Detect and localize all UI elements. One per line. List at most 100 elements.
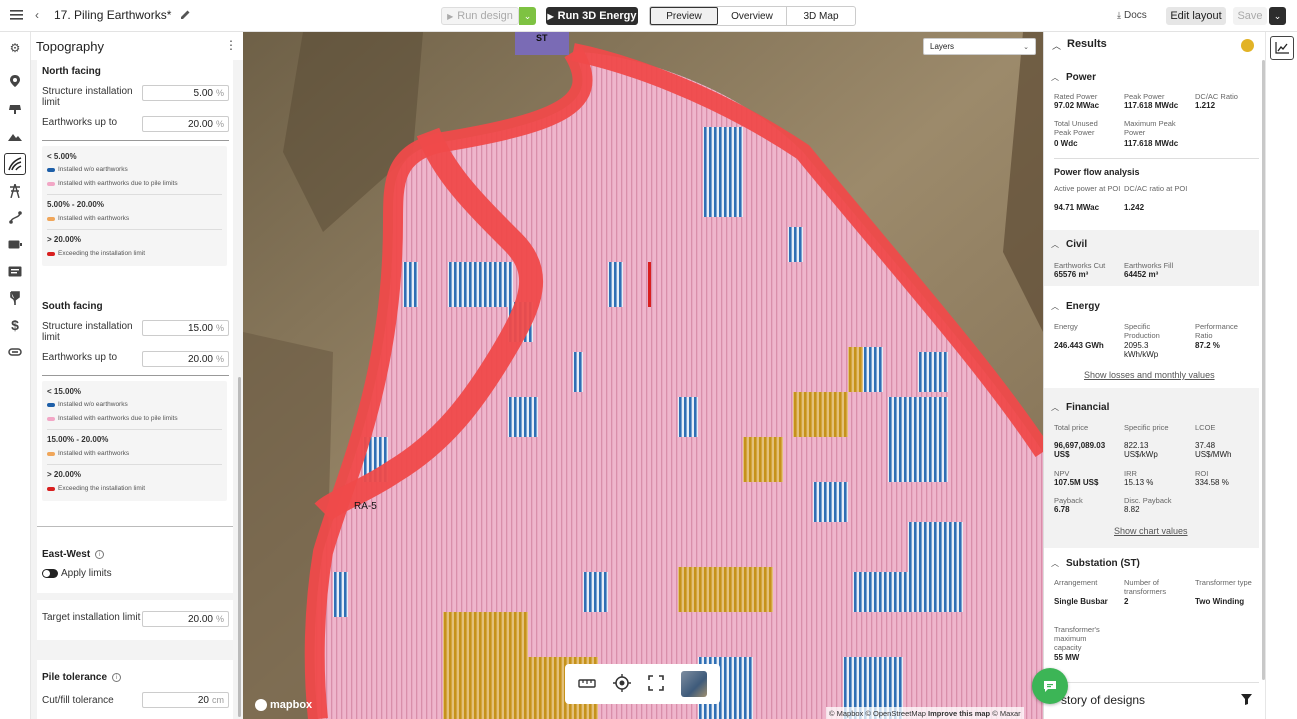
divider: [47, 229, 222, 230]
apply-limits-toggle[interactable]: [42, 569, 58, 578]
south-structure-input[interactable]: 15.00%: [142, 320, 229, 336]
north-structure-label: Structure installation limit: [42, 86, 133, 108]
legend-group-title: > 20.00%: [47, 470, 82, 479]
info-icon[interactable]: i: [95, 550, 105, 559]
route-label[interactable]: RA-5: [354, 501, 377, 512]
maxar-credit[interactable]: © Maxar: [992, 709, 1020, 718]
topography-panel: Topography ⋮ North facing Structure inst…: [31, 32, 243, 719]
battery-icon[interactable]: [7, 236, 23, 252]
chat-icon: [1044, 680, 1056, 692]
design-title[interactable]: 17. Piling Earthworks*: [54, 8, 171, 22]
npv-value: 107.5M US$: [1054, 478, 1099, 487]
north-earth-input[interactable]: 20.00%: [142, 116, 229, 132]
solar-panel-icon[interactable]: [7, 101, 23, 117]
south-earth-label: Earthworks up to: [42, 352, 118, 363]
unused-power-label: Total Unused Peak Power: [1054, 119, 1098, 137]
percent-unit: %: [215, 354, 224, 364]
tab-preview[interactable]: Preview: [650, 7, 718, 25]
satellite-style-thumbnail[interactable]: [681, 671, 708, 697]
panel-scrollbar[interactable]: [238, 377, 241, 717]
panel-title: Topography: [36, 39, 104, 54]
locate-target-icon[interactable]: [612, 673, 631, 695]
unused-power-value: 0 Wdc: [1054, 139, 1078, 148]
divider: [42, 375, 229, 376]
collapse-chevron-icon[interactable]: ︿: [1051, 402, 1059, 413]
collapse-chevron-icon[interactable]: ︿: [1051, 558, 1059, 569]
edit-pencil-icon[interactable]: [180, 9, 191, 20]
map-attribution: © Mapbox © OpenStreetMap Improve this ma…: [826, 707, 1024, 719]
topography-icon[interactable]: [4, 153, 26, 175]
tab-overview[interactable]: Overview: [718, 7, 787, 25]
legend-item: Installed with earthworks: [47, 450, 129, 457]
attachment-icon[interactable]: [7, 344, 23, 360]
specific-price-label: Specific price: [1124, 423, 1169, 432]
chat-button[interactable]: [1032, 668, 1068, 704]
power-plug-icon[interactable]: [7, 290, 23, 306]
routing-icon[interactable]: [7, 209, 23, 225]
run-design-dropdown-icon[interactable]: ⌄: [519, 7, 536, 25]
legend-text: Installed with earthworks due to pile li…: [58, 415, 178, 422]
dcac-value: 1.212: [1195, 101, 1216, 110]
legend-dot-red: [47, 251, 55, 256]
performance-ratio-value: 87.2 %: [1195, 341, 1220, 350]
dollar-icon[interactable]: $: [7, 317, 23, 333]
north-structure-input[interactable]: 5.00%: [142, 85, 229, 101]
legend-item: Exceeding the installation limit: [47, 250, 145, 257]
collapse-chevron-icon[interactable]: ︿: [1051, 239, 1059, 250]
divider: [47, 464, 222, 465]
menu-icon[interactable]: [10, 8, 24, 22]
save-dropdown-icon[interactable]: ⌄: [1269, 7, 1286, 25]
attribution-text[interactable]: © Mapbox © OpenStreetMap: [829, 709, 926, 718]
location-pin-icon[interactable]: [7, 73, 23, 89]
fill-label: Earthworks Fill: [1124, 261, 1174, 270]
transmission-tower-icon[interactable]: [7, 183, 23, 199]
history-label: story of designs: [1061, 693, 1146, 707]
back-chevron-icon[interactable]: ‹: [35, 8, 39, 22]
ruler-measure-icon[interactable]: [577, 677, 596, 692]
results-header: ︿ Results: [1044, 32, 1265, 58]
save-button[interactable]: Save: [1233, 7, 1267, 25]
legend-item: Installed with earthworks due to pile li…: [47, 415, 178, 422]
tab-3d-map[interactable]: 3D Map: [787, 7, 855, 25]
show-losses-link[interactable]: Show losses and monthly values: [1084, 370, 1215, 380]
info-icon[interactable]: i: [112, 673, 122, 682]
ratio-poi-label: DC/AC ratio at POI: [1124, 184, 1188, 193]
settings-gear-icon[interactable]: ⚙: [7, 40, 23, 56]
legend-dot-red: [47, 486, 55, 491]
collapse-chevron-icon[interactable]: ︿: [1051, 301, 1059, 312]
run-design-button[interactable]: ▶ Run design: [441, 7, 519, 25]
panel-header: Topography ⋮: [31, 32, 243, 60]
substation-label[interactable]: ST: [536, 33, 548, 43]
collapse-chevron-icon[interactable]: ︿: [1052, 39, 1061, 52]
payback-value: 6.78: [1054, 505, 1070, 514]
more-vert-icon[interactable]: ⋮: [225, 38, 237, 52]
history-bar[interactable]: story of designs: [1044, 682, 1259, 719]
chevron-down-icon: ⌄: [1023, 43, 1029, 51]
fullscreen-icon[interactable]: [648, 674, 664, 694]
map-view[interactable]: ST RA-5 Layers ⌄ mapbox © Mapbox © OpenS…: [243, 32, 1043, 719]
cutfill-input[interactable]: 20 cm: [142, 692, 229, 708]
target-limit-input[interactable]: 20.00%: [142, 611, 229, 627]
results-chart-icon[interactable]: [1270, 36, 1294, 60]
toggle-knob: [43, 570, 50, 577]
filter-icon[interactable]: [1241, 694, 1252, 708]
dcac-label: DC/AC Ratio: [1195, 92, 1238, 101]
docs-label: Docs: [1123, 10, 1147, 21]
improve-map-link[interactable]: Improve this map: [928, 709, 990, 718]
north-earth-value: 20.00: [187, 118, 213, 130]
cut-label: Earthworks Cut: [1054, 261, 1106, 270]
south-earth-input[interactable]: 20.00%: [142, 351, 229, 367]
show-chart-values-link[interactable]: Show chart values: [1114, 526, 1188, 536]
docs-link[interactable]: ⤓ Docs: [1117, 10, 1147, 21]
max-peak-label: Maximum Peak Power: [1124, 119, 1176, 137]
collapse-chevron-icon[interactable]: ︿: [1051, 72, 1059, 83]
max-capacity-label: Transformer's maximum capacity: [1054, 625, 1100, 652]
cables-icon[interactable]: [7, 263, 23, 279]
peak-power-value: 117.618 MWdc: [1124, 101, 1179, 110]
layers-select[interactable]: Layers ⌄: [923, 38, 1036, 55]
run-3d-energy-button[interactable]: ▶ Run 3D Energy: [546, 7, 638, 25]
clock-status-icon[interactable]: [1241, 39, 1254, 52]
edit-layout-button[interactable]: Edit layout: [1166, 7, 1226, 25]
legend-dot-blue: [47, 402, 55, 407]
terrain-icon[interactable]: [7, 128, 23, 144]
